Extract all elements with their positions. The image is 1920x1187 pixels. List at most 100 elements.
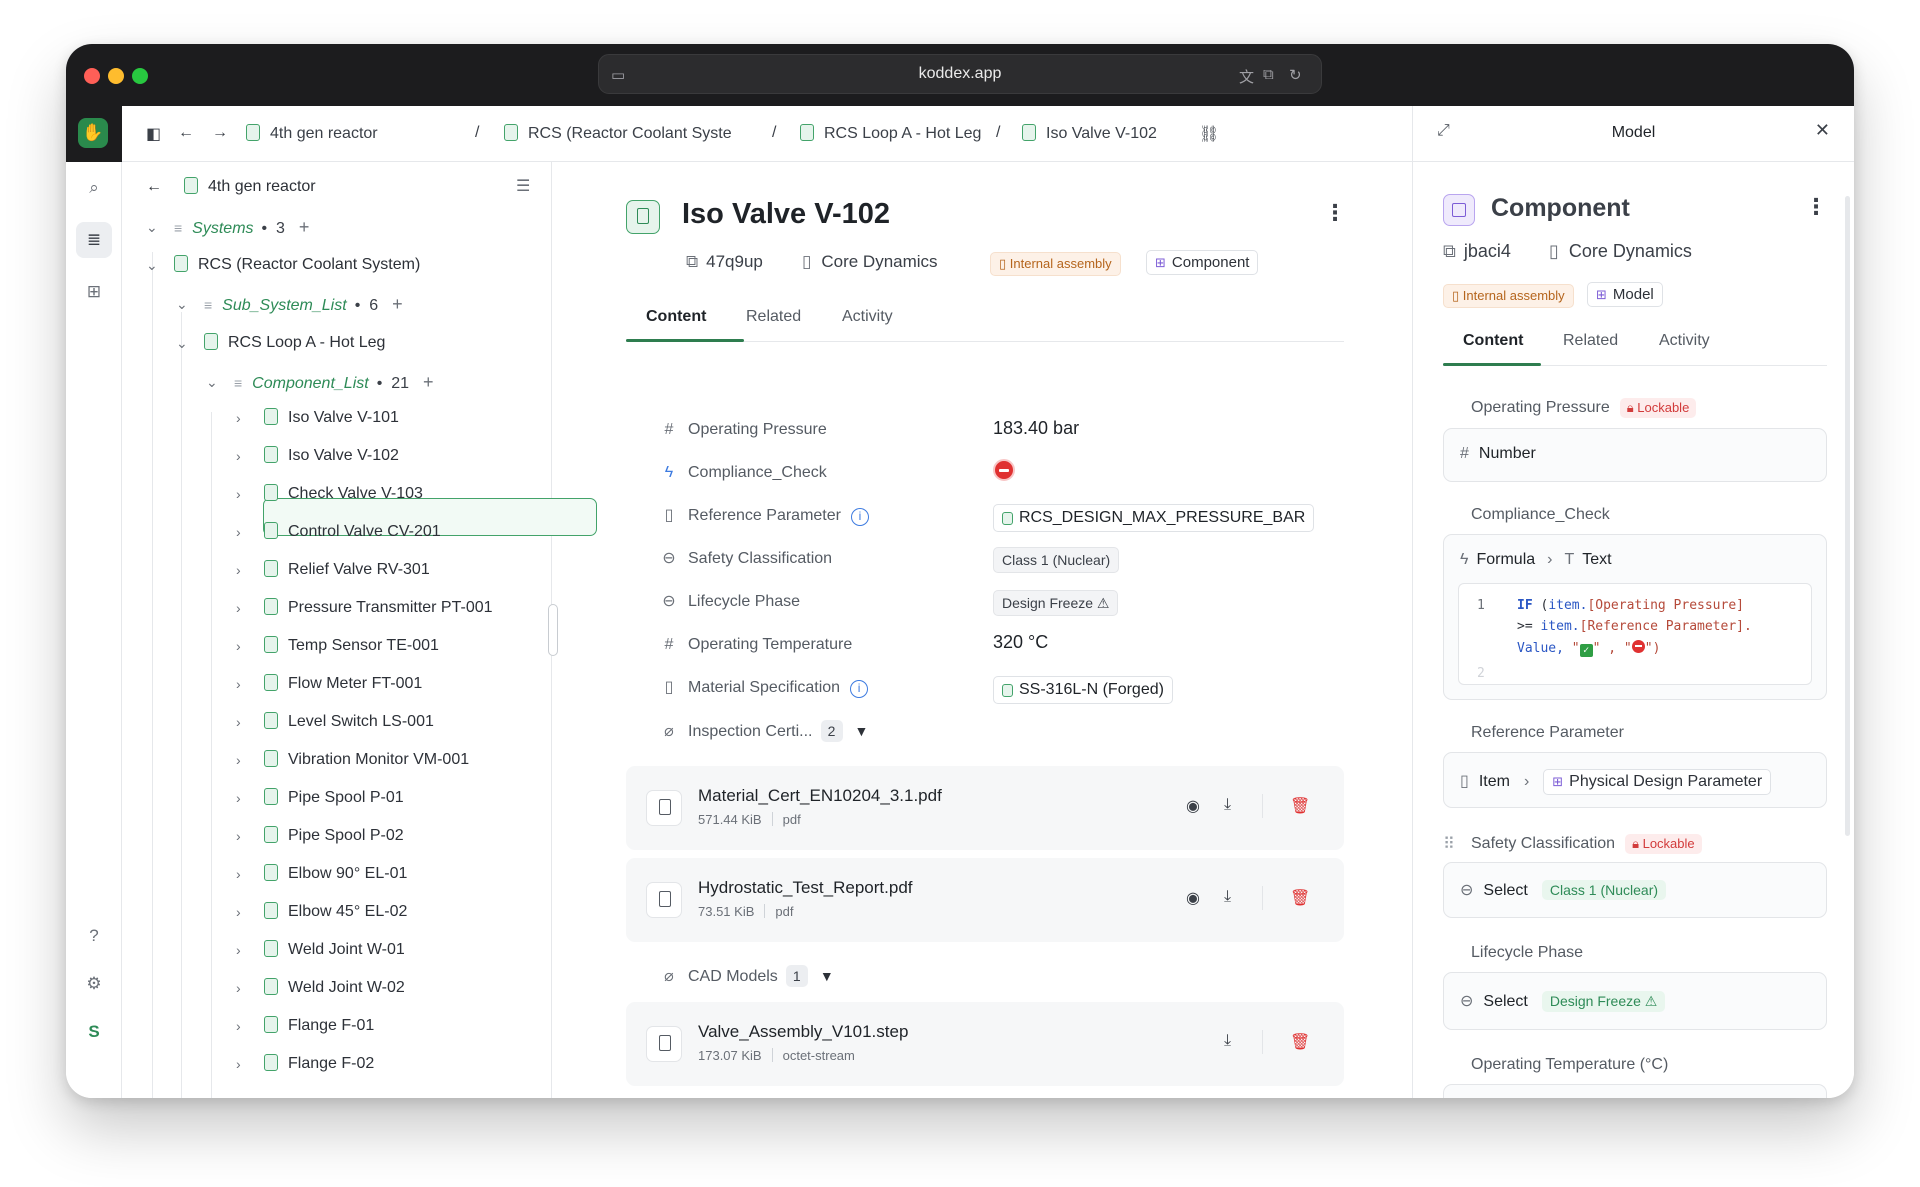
chevron-right-icon[interactable]: ›: [236, 783, 241, 813]
close-icon[interactable]: ✕: [1815, 120, 1830, 141]
chevron-right-icon[interactable]: ›: [236, 897, 241, 927]
file-card[interactable]: Material_Cert_EN10204_3.1.pdf 571.44 KiB…: [626, 766, 1344, 850]
chevron-right-icon[interactable]: ›: [236, 973, 241, 1003]
download-icon[interactable]: ⤓: [1224, 796, 1231, 814]
prop-operating-temperature-value[interactable]: 320 °C: [993, 628, 1048, 656]
close-window-button[interactable]: [84, 68, 100, 84]
tree-item-component[interactable]: › Flange F-02: [236, 1049, 374, 1079]
prop-reference-parameter-value[interactable]: RCS_DESIGN_MAX_PRESSURE_BAR: [993, 502, 1315, 532]
tree-item-component[interactable]: › Iso Valve V-102: [236, 441, 399, 471]
back-arrow-icon[interactable]: ←: [178, 124, 194, 142]
tree-item-systems[interactable]: ⌄ ≡ Systems • 3 +: [146, 212, 309, 242]
help-icon[interactable]: ?: [76, 918, 112, 954]
tree-root[interactable]: 4th gen reactor: [184, 172, 316, 202]
caret-down-icon[interactable]: ▼: [820, 962, 834, 990]
app-logo[interactable]: ✋: [78, 118, 108, 148]
tree-back-button[interactable]: ←: [146, 172, 162, 202]
chevron-right-icon[interactable]: ›: [236, 441, 241, 471]
tab-content[interactable]: Content: [646, 308, 706, 326]
drag-handle-icon[interactable]: ⠿: [1443, 834, 1455, 854]
breadcrumb-item-root[interactable]: 4th gen reactor: [246, 124, 378, 143]
prop-operating-pressure-value[interactable]: 183.40 bar: [993, 414, 1079, 442]
chevron-right-icon[interactable]: ›: [236, 517, 241, 547]
formula-code-editor[interactable]: 1 2 IF (item.[Operating Pressure] >= ite…: [1458, 583, 1812, 685]
chevron-right-icon[interactable]: ›: [236, 859, 241, 889]
copy-link-icon[interactable]: ⛓: [1199, 124, 1219, 144]
chevron-right-icon[interactable]: ›: [236, 707, 241, 737]
panel-model-tag[interactable]: ⊞ Model: [1587, 282, 1663, 307]
tree-item-component[interactable]: › Weld Joint W-01: [236, 935, 405, 965]
caret-down-icon[interactable]: ▼: [855, 717, 869, 745]
database-icon[interactable]: ≣: [76, 222, 112, 258]
minimize-window-button[interactable]: [108, 68, 124, 84]
tree-item-component[interactable]: › Flange F-01: [236, 1011, 374, 1041]
settings-gear-icon[interactable]: ⚙: [76, 966, 112, 1002]
breadcrumb-item-loop[interactable]: RCS Loop A - Hot Leg: [800, 124, 981, 143]
panel-scrollbar[interactable]: [1845, 196, 1850, 836]
preview-eye-icon[interactable]: ◉: [1186, 888, 1200, 908]
chevron-right-icon[interactable]: ›: [236, 403, 241, 433]
chevron-right-icon[interactable]: ›: [236, 935, 241, 965]
add-icon[interactable]: +: [299, 217, 310, 237]
delete-trash-icon[interactable]: 🗑: [1290, 888, 1310, 908]
user-avatar[interactable]: S: [76, 1014, 112, 1050]
delete-trash-icon[interactable]: 🗑: [1290, 1032, 1310, 1052]
preview-eye-icon[interactable]: ◉: [1186, 796, 1200, 816]
tab-related[interactable]: Related: [746, 308, 801, 326]
tab-activity[interactable]: Activity: [842, 308, 893, 326]
tree-item-component[interactable]: › Flow Meter FT-001: [236, 669, 422, 699]
tree-item-component[interactable]: › Elbow 90° EL-01: [236, 859, 407, 889]
address-bar[interactable]: ▭ koddex.app 文 ⧉ ↻: [598, 54, 1322, 94]
tree-item-component[interactable]: › Pipe Spool P-01: [236, 783, 404, 813]
toggle-sidebar-icon[interactable]: ◧: [146, 124, 161, 144]
layout-icon[interactable]: ⊞: [76, 274, 112, 310]
field-operating-temperature[interactable]: [1443, 1084, 1827, 1098]
tree-item-component[interactable]: › Control Valve CV-201: [236, 517, 441, 547]
more-options-icon[interactable]: ⋮: [1805, 194, 1827, 220]
tree-item-component[interactable]: › Level Switch LS-001: [236, 707, 434, 737]
chevron-down-icon[interactable]: ⌄: [176, 289, 188, 319]
chevron-right-icon[interactable]: ›: [236, 669, 241, 699]
chevron-right-icon[interactable]: ›: [236, 479, 241, 509]
chevron-right-icon[interactable]: ›: [236, 745, 241, 775]
chevron-down-icon[interactable]: ⌄: [176, 328, 188, 358]
chevron-right-icon[interactable]: ›: [236, 593, 241, 623]
tree-item-component[interactable]: › Pipe Spool P-02: [236, 821, 404, 851]
breadcrumb-item-current[interactable]: Iso Valve V-102: [1022, 124, 1157, 143]
tree-item-sub-system-list[interactable]: ⌄ ≡ Sub_System_List • 6 +: [176, 289, 403, 319]
field-safety-classification[interactable]: ⊖ Select Class 1 (Nuclear): [1443, 862, 1827, 918]
field-lifecycle-phase[interactable]: ⊖ Select Design Freeze ⚠: [1443, 972, 1827, 1030]
tabs-icon[interactable]: ⧉: [1263, 66, 1274, 83]
delete-trash-icon[interactable]: 🗑: [1290, 796, 1310, 816]
search-icon[interactable]: ⌕: [76, 170, 112, 206]
tree-item-loop[interactable]: ⌄ RCS Loop A - Hot Leg: [176, 328, 385, 358]
copy-id-icon[interactable]: ⧉: [1443, 241, 1456, 261]
breadcrumb-item-rcs[interactable]: RCS (Reactor Coolant Syste: [504, 124, 732, 143]
forward-arrow-icon[interactable]: →: [212, 124, 228, 142]
tab-activity[interactable]: Activity: [1659, 332, 1710, 350]
model-tag[interactable]: ⊞ Component: [1146, 250, 1259, 275]
info-icon[interactable]: i: [850, 680, 869, 698]
chevron-right-icon[interactable]: ›: [236, 821, 241, 851]
field-compliance-check[interactable]: ϟ Formula › T Text 1 2 IF (item.[Operating P…: [1443, 534, 1827, 700]
field-operating-pressure[interactable]: # Number: [1443, 428, 1827, 482]
more-options-icon[interactable]: ⋮: [1324, 200, 1346, 226]
chevron-down-icon[interactable]: ⌄: [146, 250, 158, 280]
prop-cad-models-label[interactable]: ⌀ CAD Models 1 ▼: [660, 962, 834, 990]
chevron-down-icon[interactable]: ⌄: [206, 367, 218, 397]
add-icon[interactable]: +: [392, 294, 403, 314]
file-card[interactable]: Hydrostatic_Test_Report.pdf 73.51 KiB pdf…: [626, 858, 1344, 942]
download-icon[interactable]: ⤓: [1224, 888, 1231, 906]
prop-lifecycle-phase-value[interactable]: Design Freeze ⚠: [993, 588, 1119, 616]
field-reference-parameter[interactable]: ▯ Item › ⊞ Physical Design Parameter: [1443, 752, 1827, 808]
info-icon[interactable]: i: [850, 508, 869, 526]
tree-item-rcs[interactable]: ⌄ RCS (Reactor Coolant System): [146, 250, 420, 280]
panel-resize-handle[interactable]: [548, 604, 558, 656]
reload-icon[interactable]: ↻: [1289, 66, 1302, 84]
copy-id-icon[interactable]: ⧉: [686, 252, 698, 271]
chevron-right-icon[interactable]: ›: [236, 631, 241, 661]
prop-material-specification-value[interactable]: SS-316L-N (Forged): [993, 674, 1173, 704]
chevron-down-icon[interactable]: ⌄: [146, 212, 158, 242]
prop-inspection-label[interactable]: ⌀ Inspection Certi... 2 ▼: [660, 717, 868, 745]
chevron-right-icon[interactable]: ›: [236, 555, 241, 585]
